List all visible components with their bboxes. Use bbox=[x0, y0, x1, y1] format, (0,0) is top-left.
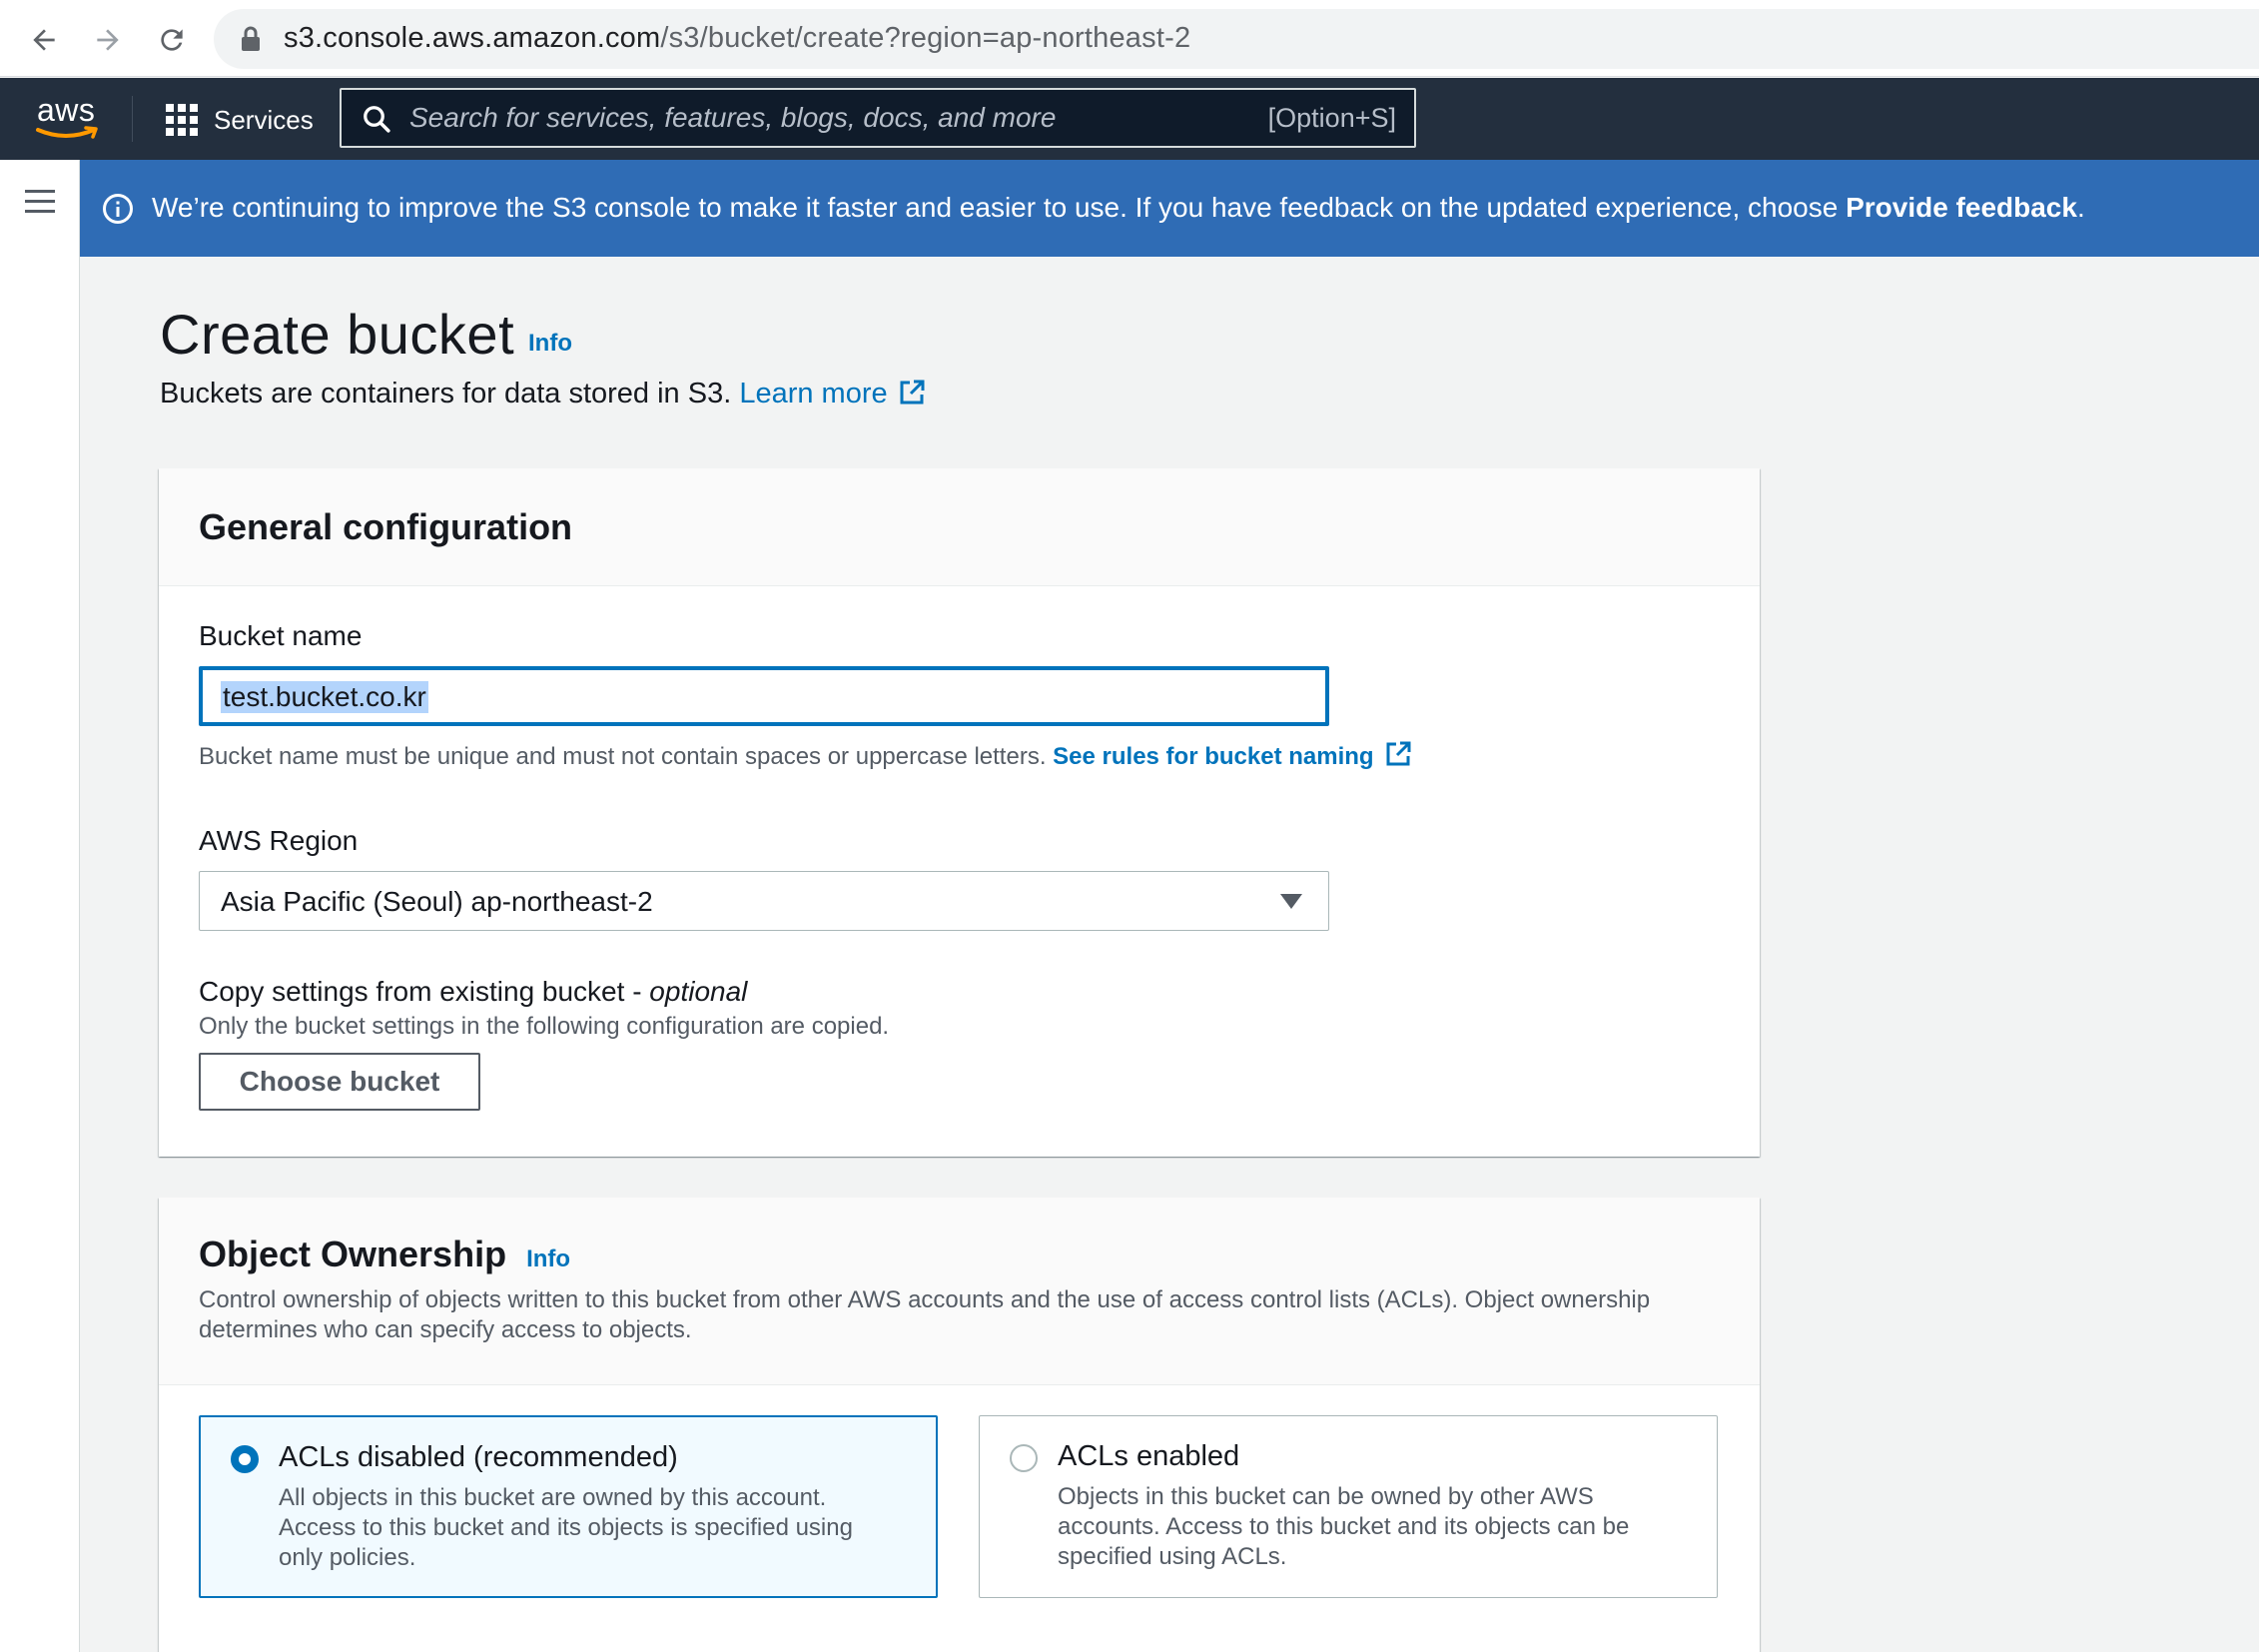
forward-button[interactable] bbox=[86, 18, 130, 62]
title-info-link[interactable]: Info bbox=[528, 330, 572, 358]
copy-settings-hint: Only the bucket settings in the followin… bbox=[199, 1013, 890, 1040]
object-ownership-panel: Object Ownership Info Control ownership … bbox=[159, 1198, 1760, 1652]
services-menu-button[interactable]: Services bbox=[166, 100, 314, 140]
copy-settings-label: Copy settings from existing bucket - opt… bbox=[199, 976, 747, 1008]
global-search[interactable]: [Option+S] bbox=[340, 88, 1416, 148]
bucket-name-input[interactable]: test.bucket.co.kr bbox=[199, 666, 1329, 726]
external-link-icon bbox=[1386, 741, 1411, 766]
page-description: Buckets are containers for data stored i… bbox=[160, 378, 926, 411]
object-ownership-title: Object Ownership bbox=[199, 1234, 507, 1274]
general-configuration-header: General configuration bbox=[159, 468, 1760, 586]
search-shortcut-hint: [Option+S] bbox=[1267, 103, 1396, 133]
radio-unselected-icon[interactable] bbox=[1010, 1444, 1038, 1472]
arrow-left-icon bbox=[33, 29, 55, 51]
page-title: Create bucket bbox=[160, 303, 515, 366]
bucket-name-label: Bucket name bbox=[199, 620, 363, 651]
browser-toolbar: s3.console.aws.amazon.com/s3/bucket/crea… bbox=[0, 0, 2259, 77]
url-text[interactable]: s3.console.aws.amazon.com/s3/bucket/crea… bbox=[284, 22, 1190, 55]
url-host: s3.console.aws.amazon.com bbox=[284, 22, 661, 54]
reload-icon bbox=[161, 29, 183, 51]
object-ownership-title-row: Object Ownership Info bbox=[199, 1234, 570, 1275]
page-description-text: Buckets are containers for data stored i… bbox=[160, 378, 740, 410]
aws-region-value: Asia Pacific (Seoul) ap-northeast-2 bbox=[221, 886, 653, 917]
search-icon bbox=[364, 106, 390, 133]
acls-enabled-description: Objects in this bucket can be owned by o… bbox=[1058, 1483, 1630, 1570]
choose-bucket-button[interactable]: Choose bucket bbox=[199, 1053, 480, 1111]
acls-enabled-option[interactable]: ACLs enabled Objects in this bucket can … bbox=[979, 1415, 1718, 1598]
services-label: Services bbox=[214, 104, 314, 135]
acls-disabled-title: ACLs disabled (recommended) bbox=[279, 1441, 678, 1473]
flash-message-text: We’re continuing to improve the S3 conso… bbox=[152, 192, 1847, 223]
general-configuration-panel: General configuration Bucket name test.b… bbox=[159, 468, 1760, 1157]
lock-icon bbox=[242, 26, 260, 51]
bucket-name-value: test.bucket.co.kr bbox=[221, 681, 428, 713]
aws-region-label: AWS Region bbox=[199, 825, 359, 856]
back-button[interactable] bbox=[22, 18, 66, 62]
copy-settings-optional: optional bbox=[649, 976, 748, 1007]
aws-logo-text: aws bbox=[37, 92, 96, 128]
reload-button[interactable] bbox=[150, 18, 194, 62]
caret-down-icon bbox=[1280, 894, 1302, 909]
provide-feedback-link[interactable]: Provide feedback bbox=[1846, 192, 2077, 223]
acls-disabled-description: All objects in this bucket are owned by … bbox=[279, 1484, 853, 1571]
bucket-naming-rules-link[interactable]: See rules for bucket naming bbox=[1053, 743, 1373, 770]
url-path: /s3/bucket/create?region=ap-northeast-2 bbox=[660, 22, 1191, 54]
info-circle-icon bbox=[103, 194, 133, 224]
bucket-name-hint-text: Bucket name must be unique and must not … bbox=[199, 743, 1054, 770]
acls-disabled-option[interactable]: ACLs disabled (recommended) All objects … bbox=[199, 1415, 938, 1598]
search-input[interactable] bbox=[409, 98, 1208, 138]
aws-smile-icon bbox=[36, 126, 98, 139]
object-ownership-info-link[interactable]: Info bbox=[526, 1245, 570, 1273]
radio-selected-icon[interactable] bbox=[231, 1445, 259, 1473]
copy-settings-label-text: Copy settings from existing bucket - bbox=[199, 976, 650, 1007]
object-ownership-header: Object Ownership Info Control ownership … bbox=[159, 1198, 1760, 1385]
arrow-right-icon bbox=[97, 29, 119, 51]
object-ownership-description: Control ownership of objects written to … bbox=[199, 1286, 1651, 1343]
aws-logo[interactable]: aws bbox=[34, 92, 104, 144]
aws-region-select[interactable]: Asia Pacific (Seoul) ap-northeast-2 bbox=[199, 871, 1329, 931]
nav-divider bbox=[132, 96, 133, 142]
acls-enabled-title: ACLs enabled bbox=[1058, 1440, 1240, 1472]
grid-icon bbox=[166, 104, 198, 136]
info-flash-banner: We’re continuing to improve the S3 conso… bbox=[80, 160, 2259, 257]
external-link-icon bbox=[900, 380, 925, 405]
flash-message-suffix: . bbox=[2076, 192, 2085, 223]
menu-icon[interactable] bbox=[25, 190, 55, 214]
general-configuration-title: General configuration bbox=[199, 506, 573, 547]
bucket-name-hint: Bucket name must be unique and must not … bbox=[199, 740, 1412, 771]
learn-more-link[interactable]: Learn more bbox=[739, 378, 887, 410]
aws-top-navigation: aws Services [Option+S] bbox=[0, 78, 2259, 160]
side-navigation-rail bbox=[0, 160, 80, 1652]
flash-message: We’re continuing to improve the S3 conso… bbox=[152, 192, 2085, 224]
